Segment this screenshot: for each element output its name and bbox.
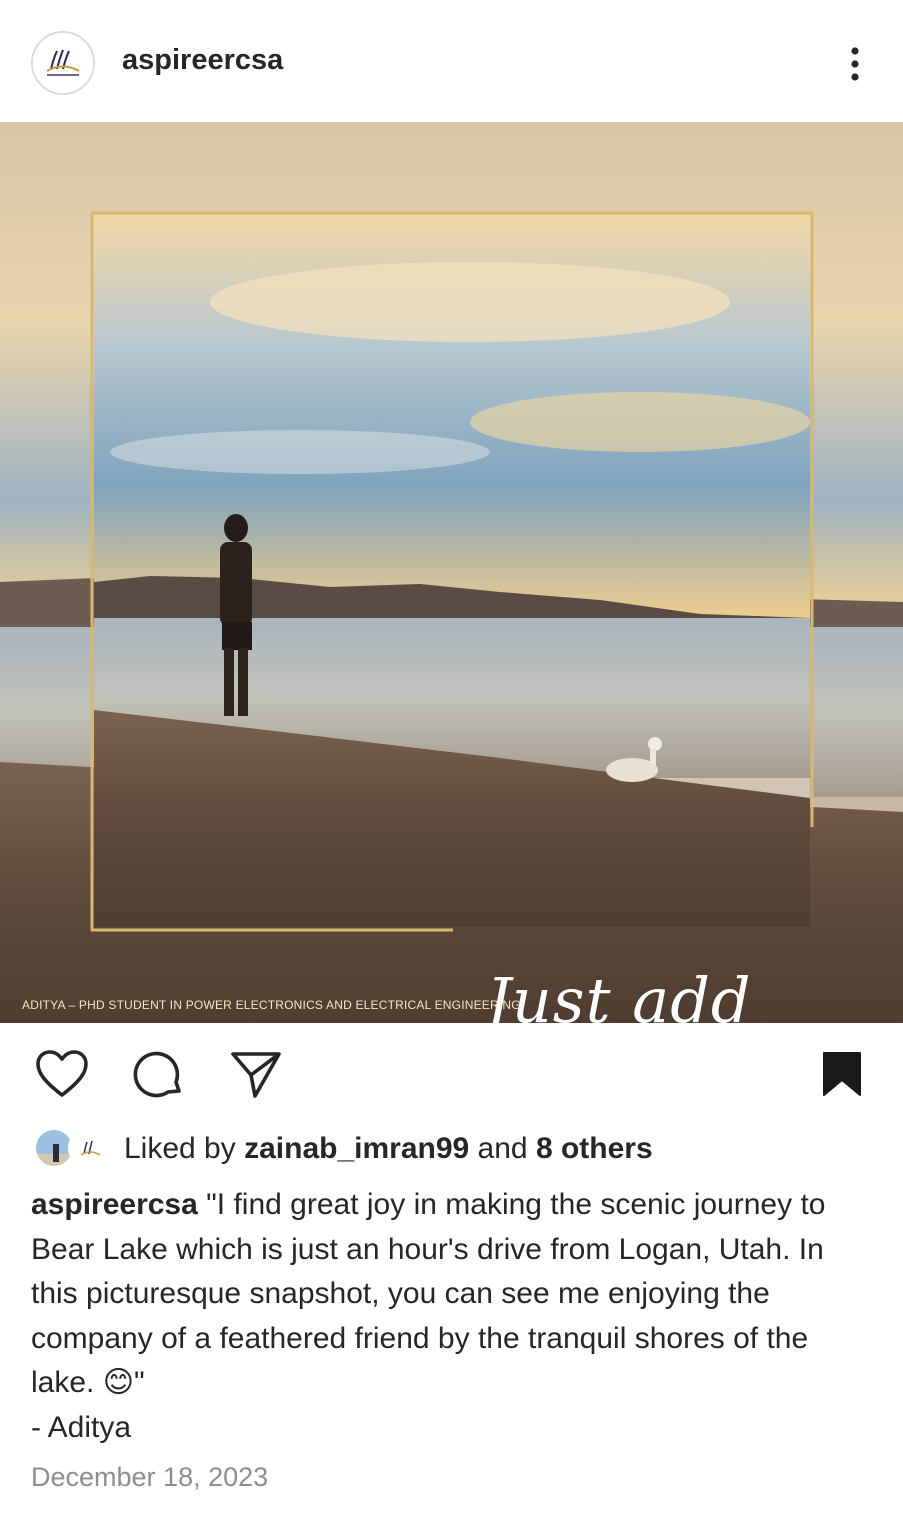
- post-header: aspireercsa: [0, 0, 903, 122]
- caption-signature: - Aditya: [31, 1410, 132, 1444]
- liker-username[interactable]: zainab_imran99: [244, 1132, 469, 1165]
- heart-icon: [36, 1050, 88, 1097]
- photo-credit: ADITYA – PHD STUDENT IN POWER ELECTRONIC…: [22, 998, 521, 1012]
- likes-others[interactable]: 8 others: [536, 1132, 653, 1165]
- post-caption: aspireercsa "I find great joy in making …: [31, 1183, 876, 1450]
- comment-icon: [133, 1051, 181, 1098]
- like-button[interactable]: [34, 1046, 90, 1102]
- save-button[interactable]: [814, 1046, 870, 1102]
- send-icon: [231, 1052, 281, 1098]
- account-username[interactable]: aspireercsa: [122, 44, 283, 77]
- account-avatar[interactable]: [31, 31, 95, 95]
- likes-text: Liked by zainab_imran99 and 8 others: [124, 1132, 653, 1165]
- comment-button[interactable]: [131, 1046, 187, 1102]
- caption-username[interactable]: aspireercsa: [31, 1188, 198, 1221]
- post-image[interactable]: Just add water ADITYA – PHD STUDENT IN P…: [0, 122, 903, 1023]
- account-mini-avatar: [68, 1128, 108, 1168]
- aspire-logo-icon: [46, 49, 80, 76]
- bookmark-icon: [823, 1052, 861, 1096]
- photo-overlay-title: Just add water: [486, 964, 752, 1024]
- share-button[interactable]: [228, 1046, 284, 1102]
- more-options-button[interactable]: [838, 40, 872, 88]
- post-date: December 18, 2023: [31, 1462, 269, 1492]
- likes-summary[interactable]: Liked by zainab_imran99 and 8 others: [34, 1126, 874, 1172]
- more-vertical-icon: [851, 47, 859, 81]
- lake-sunset-photo: [0, 122, 903, 1023]
